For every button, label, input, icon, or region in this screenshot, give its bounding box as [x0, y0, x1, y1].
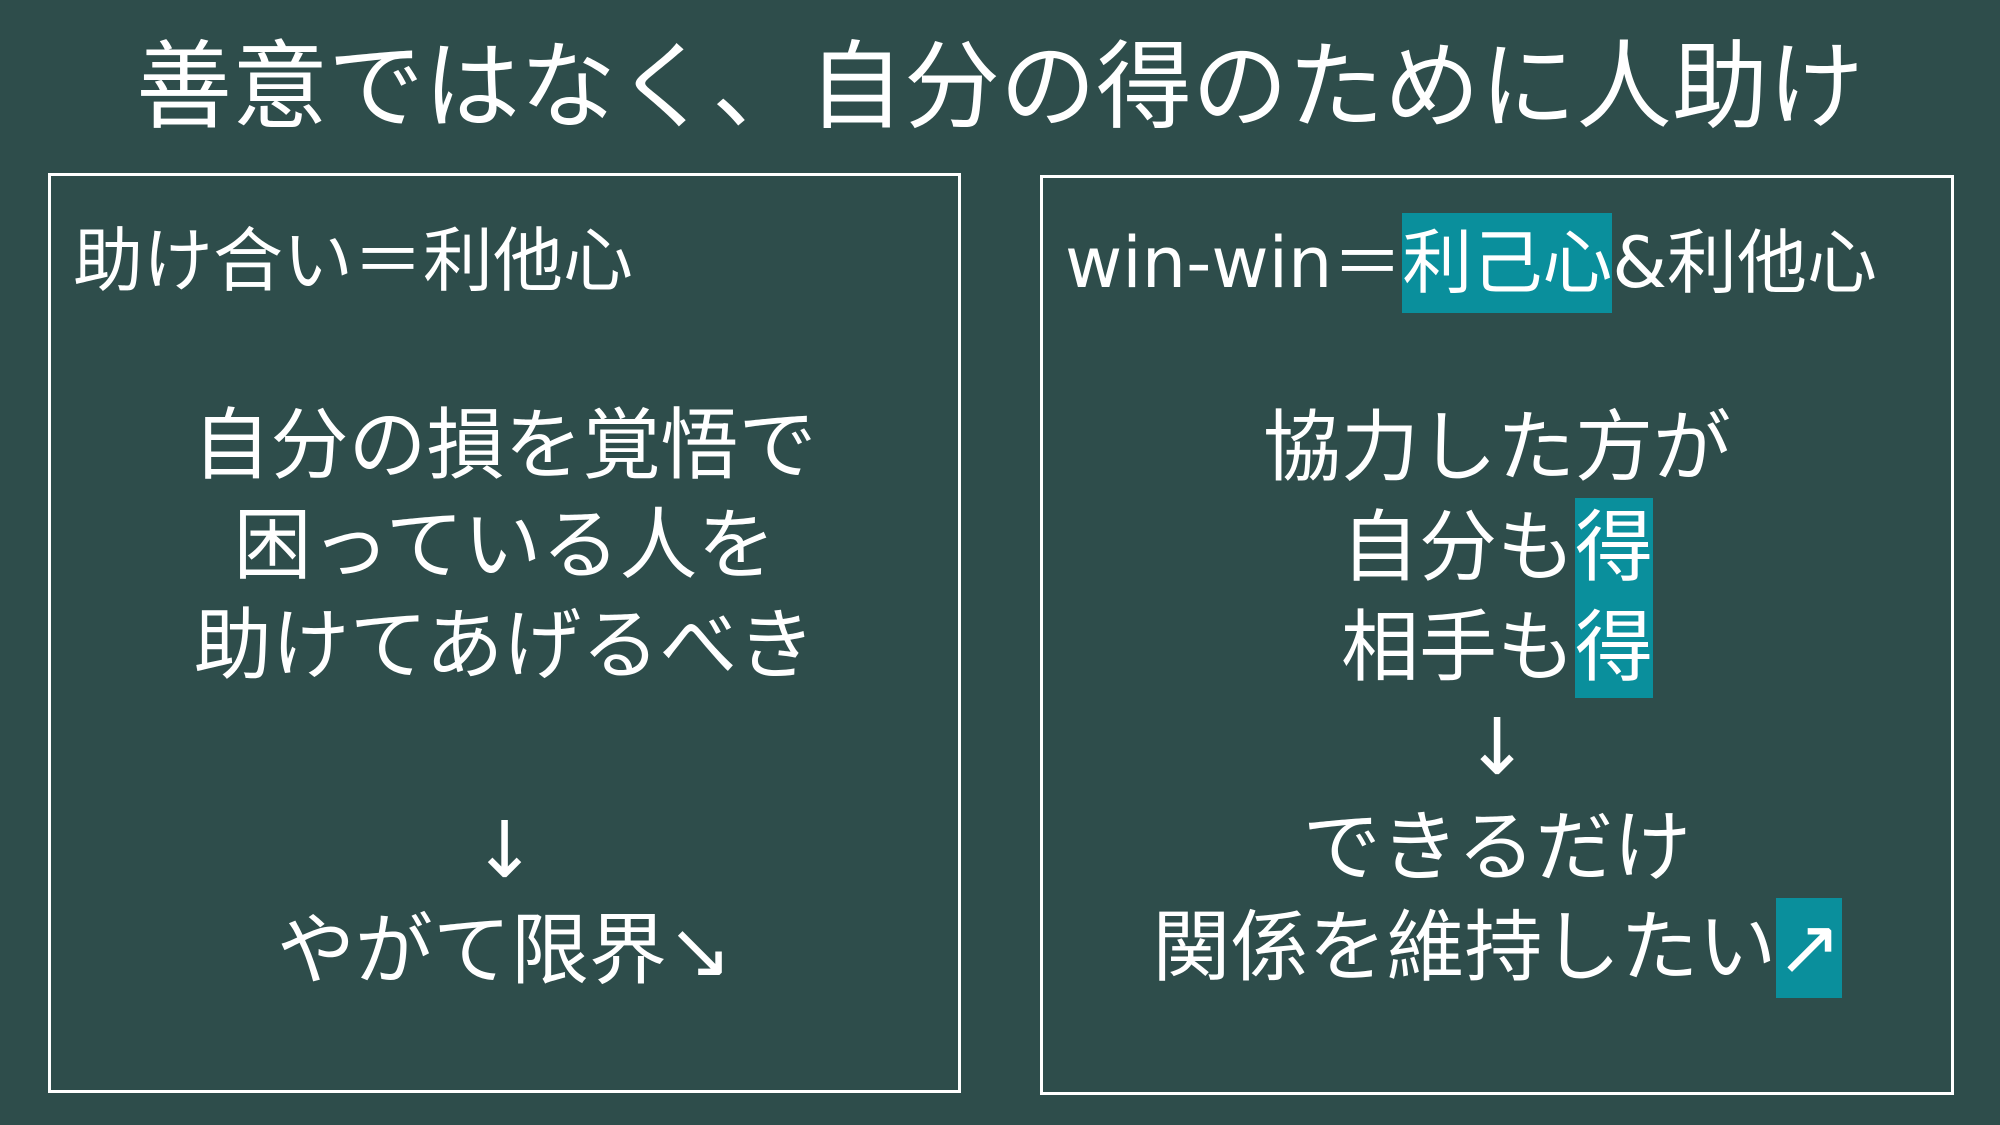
right-line-2-prefix: 自分も [1340, 503, 1575, 593]
left-panel: 助け合い＝利他心 自分の損を覚悟で 困っている人を 助けてあげるべき ↓ やがて… [48, 173, 961, 1093]
left-panel-heading: 助け合い＝利他心 [73, 220, 633, 302]
right-line-3-prefix: 相手も [1340, 603, 1575, 693]
right-body-line-5: 関係を維持したい↗ [1043, 898, 1951, 998]
right-line-2-highlight: 得 [1575, 498, 1654, 598]
left-panel-body: 自分の損を覚悟で 困っている人を 助けてあげるべき [51, 396, 958, 696]
right-panel-heading: win-win＝利己心&利他心 [1065, 213, 1877, 313]
right-line-3-highlight: 得 [1575, 598, 1654, 698]
down-arrow-icon: ↓ [1464, 703, 1530, 793]
left-down-arrow: ↓ [51, 801, 958, 901]
right-heading-suffix: &利他心 [1612, 222, 1877, 304]
left-body-line-1: 自分の損を覚悟で [192, 401, 817, 491]
right-line-5-prefix: 関係を維持したい [1152, 903, 1777, 993]
up-right-arrow-icon: ↗ [1776, 898, 1842, 998]
down-arrow-icon: ↓ [471, 806, 538, 896]
slide-title: 善意ではなく、自分の得のために人助け [136, 31, 1864, 143]
right-body-line-2: 自分も得 [1043, 498, 1951, 598]
left-conclusion: やがて限界↘ [51, 901, 958, 1001]
right-panel: win-win＝利己心&利他心 協力した方が 自分も得 相手も得 ↓ できるだけ… [1040, 175, 1954, 1095]
right-body-line-1: 協力した方が [1262, 403, 1731, 493]
left-conclusion-text: やがて限界↘ [276, 906, 733, 996]
right-heading-prefix: win-win＝ [1065, 222, 1403, 304]
right-body-line-3: 相手も得 [1043, 598, 1951, 698]
left-body-line-2: 困っている人を [233, 501, 776, 591]
right-panel-body: 協力した方が 自分も得 相手も得 ↓ できるだけ 関係を維持したい↗ [1043, 398, 1951, 998]
right-body-line-4: できるだけ [1302, 803, 1692, 893]
left-body-line-3: 助けてあげるべき [193, 601, 816, 691]
right-heading-highlight: 利己心 [1402, 213, 1613, 313]
